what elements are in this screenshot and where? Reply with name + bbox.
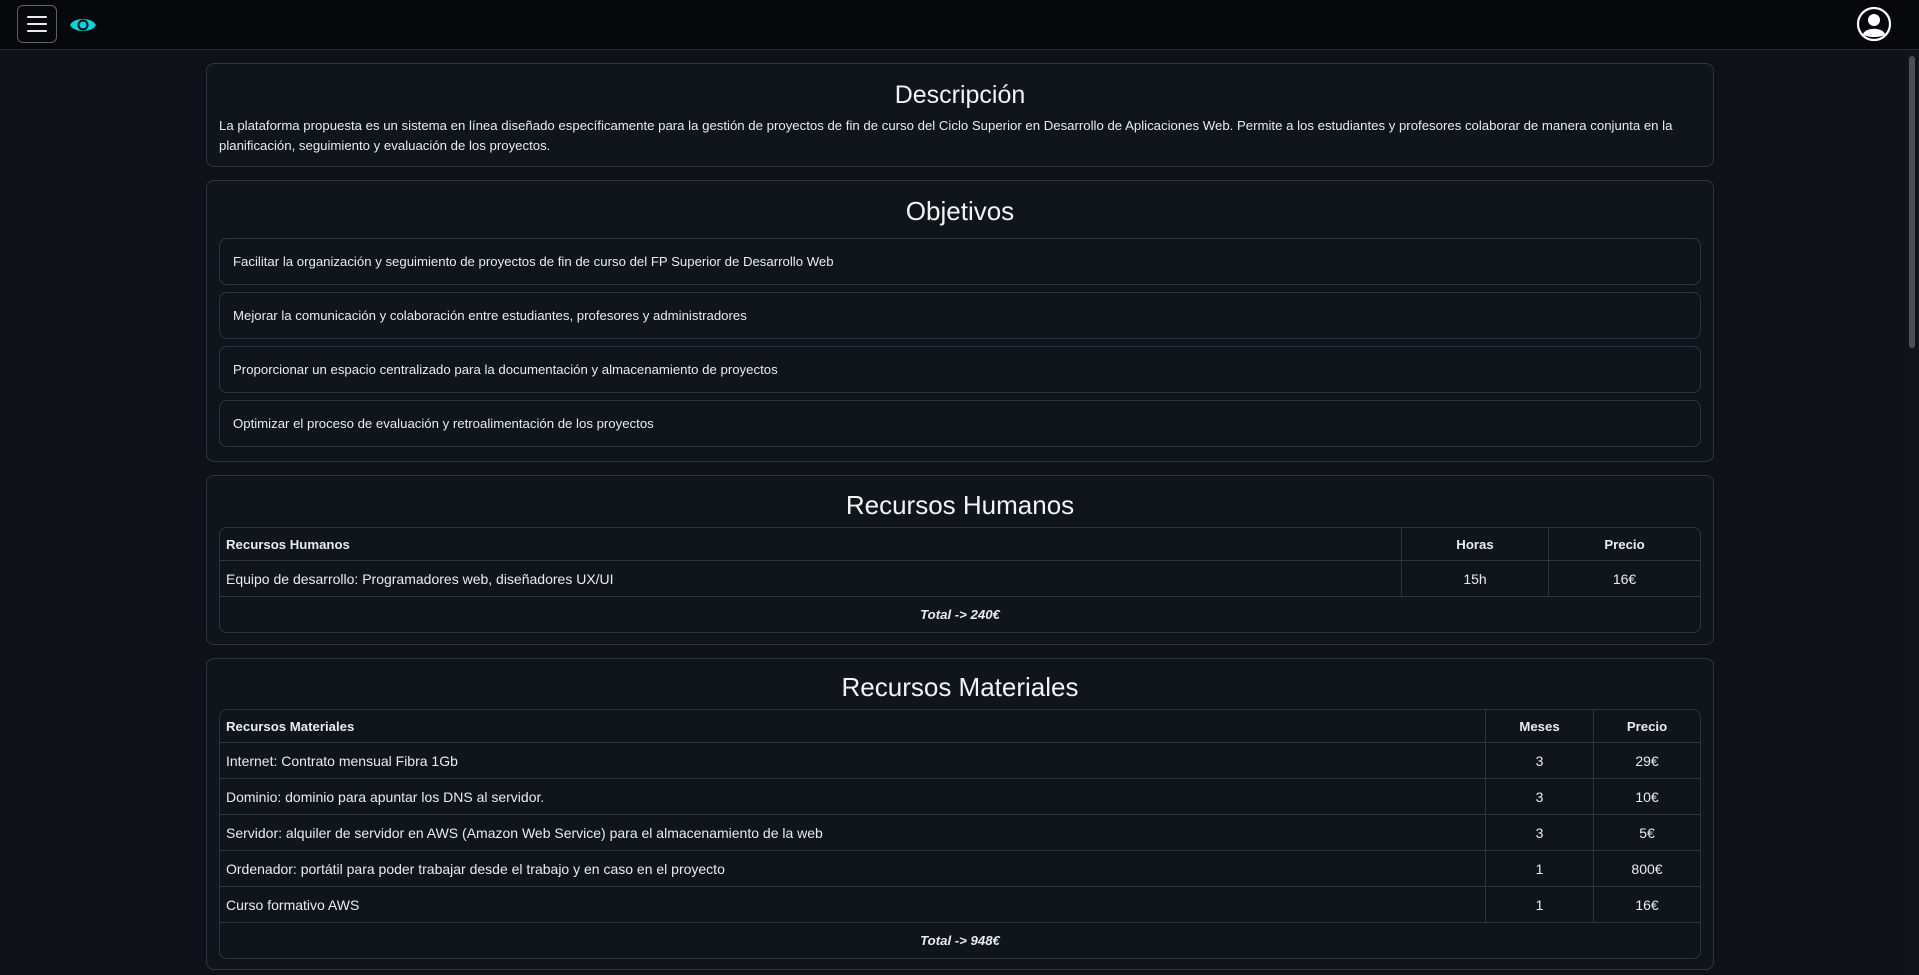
table-row: Servidor: alquiler de servidor en AWS (A…: [220, 815, 1700, 851]
total-cell: Total -> 948€: [920, 933, 1000, 948]
table-row: Dominio: dominio para apuntar los DNS al…: [220, 779, 1700, 815]
table-total-row: Total -> 948€: [220, 923, 1700, 958]
table-cell: 3: [1485, 815, 1593, 851]
table-cell: 16€: [1548, 561, 1700, 597]
table-cell: Internet: Contrato mensual Fibra 1Gb: [220, 743, 1485, 779]
main-content: Descripción La plataforma propuesta es u…: [206, 63, 1714, 975]
table-header-row: Recursos Humanos Horas Precio: [220, 528, 1700, 561]
recursos-materiales-table: Recursos Materiales Meses Precio Interne…: [219, 709, 1701, 959]
column-header: Horas: [1401, 528, 1548, 561]
table-row: Curso formativo AWS 1 16€: [220, 887, 1700, 923]
recursos-humanos-title: Recursos Humanos: [845, 490, 1075, 520]
table-cell: 1: [1485, 851, 1593, 887]
table-cell: 29€: [1593, 743, 1700, 779]
page-scrollbar[interactable]: [1905, 50, 1919, 975]
table-cell: 1: [1485, 887, 1593, 923]
eye-icon[interactable]: [69, 13, 97, 37]
table-cell: 16€: [1593, 887, 1700, 923]
recursos-materiales-title: Recursos Materiales: [841, 672, 1079, 702]
column-header: Precio: [1593, 710, 1700, 743]
table-total-row: Total -> 240€: [220, 597, 1700, 632]
table-cell: Curso formativo AWS: [220, 887, 1485, 923]
objetivo-item: Optimizar el proceso de evaluación y ret…: [219, 400, 1701, 447]
recursos-humanos-card: Recursos Humanos Recursos Humanos Horas …: [206, 475, 1714, 645]
table-row: Equipo de desarrollo: Programadores web,…: [220, 561, 1700, 597]
descripcion-title: Descripción: [894, 81, 1026, 109]
objetivos-title: Objetivos: [905, 196, 1015, 226]
table-cell: 3: [1485, 743, 1593, 779]
table-row: Internet: Contrato mensual Fibra 1Gb 3 2…: [220, 743, 1700, 779]
descripcion-card: Descripción La plataforma propuesta es u…: [206, 63, 1714, 167]
objetivo-item: Proporcionar un espacio centralizado par…: [219, 346, 1701, 393]
table-cell: 15h: [1401, 561, 1548, 597]
table-cell: Dominio: dominio para apuntar los DNS al…: [220, 779, 1485, 815]
user-circle-icon[interactable]: [1856, 6, 1892, 42]
top-navbar: [0, 0, 1919, 50]
table-cell: Equipo de desarrollo: Programadores web,…: [220, 561, 1401, 597]
menu-toggle-button[interactable]: [17, 5, 57, 43]
table-cell: 10€: [1593, 779, 1700, 815]
total-cell: Total -> 240€: [920, 607, 1000, 622]
table-cell: Ordenador: portátil para poder trabajar …: [220, 851, 1485, 887]
column-header: Recursos Materiales: [220, 710, 1485, 743]
hamburger-menu-icon: [27, 16, 47, 18]
table-cell: 800€: [1593, 851, 1700, 887]
descripcion-text: La plataforma propuesta es un sistema en…: [219, 118, 1673, 153]
table-cell: 3: [1485, 779, 1593, 815]
column-header: Precio: [1548, 528, 1700, 561]
table-cell: Servidor: alquiler de servidor en AWS (A…: [220, 815, 1485, 851]
objetivo-item: Facilitar la organización y seguimiento …: [219, 238, 1701, 285]
table-row: Ordenador: portátil para poder trabajar …: [220, 851, 1700, 887]
table-cell: 5€: [1593, 815, 1700, 851]
scrollbar-thumb[interactable]: [1909, 56, 1915, 348]
table-header-row: Recursos Materiales Meses Precio: [220, 710, 1700, 743]
recursos-humanos-table: Recursos Humanos Horas Precio Equipo de …: [219, 527, 1701, 633]
column-header: Meses: [1485, 710, 1593, 743]
objetivo-item: Mejorar la comunicación y colaboración e…: [219, 292, 1701, 339]
column-header: Recursos Humanos: [220, 528, 1401, 561]
objetivos-card: Objetivos Facilitar la organización y se…: [206, 180, 1714, 462]
recursos-materiales-card: Recursos Materiales Recursos Materiales …: [206, 658, 1714, 970]
